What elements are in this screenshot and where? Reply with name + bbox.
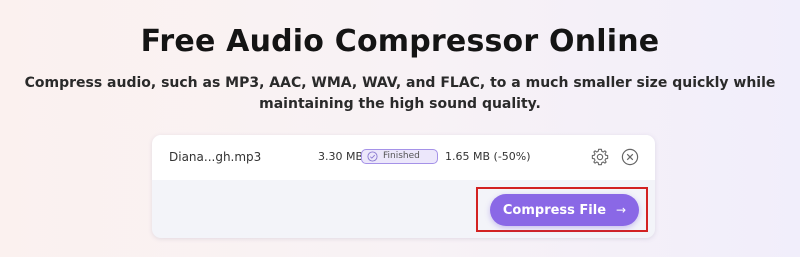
arrow-right-icon: → — [616, 203, 627, 217]
compress-button-label: Compress File — [502, 202, 607, 218]
page-subtitle: Compress audio, such as MP3, AAC, WMA, W… — [24, 75, 776, 112]
gear-icon — [591, 148, 609, 166]
original-size: 3.30 MB — [318, 150, 364, 163]
settings-button[interactable] — [590, 147, 610, 167]
close-circle-icon — [621, 148, 639, 166]
status-text: Finished — [383, 151, 420, 161]
file-row: Diana...gh.mp3 3.30 MB Finished 1.65 MB … — [152, 135, 655, 180]
remove-file-button[interactable] — [621, 148, 639, 166]
compress-file-button[interactable]: Compress File → — [490, 194, 639, 226]
status-badge: Finished — [361, 149, 438, 164]
compressed-size: 1.65 MB (-50%) — [445, 150, 531, 163]
page-title: Free Audio Compressor Online — [140, 24, 660, 59]
check-circle-icon — [367, 151, 378, 162]
file-name: Diana...gh.mp3 — [169, 150, 262, 164]
